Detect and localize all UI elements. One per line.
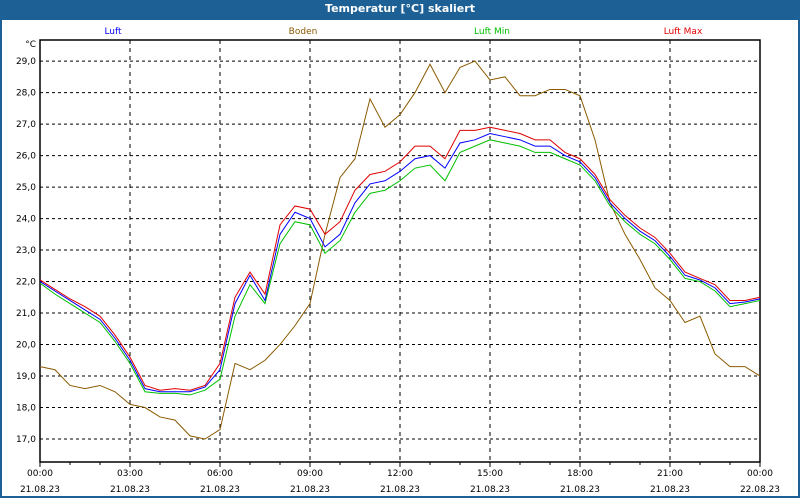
- x-tick-time: 06:00: [207, 469, 233, 479]
- x-tick-date: 21.08.23: [470, 485, 510, 495]
- y-tick-label: 23,0: [16, 246, 36, 256]
- legend-item-boden: Boden: [289, 27, 318, 37]
- x-tick-time: 00:00: [27, 469, 53, 479]
- y-tick-label: 18,0: [16, 404, 36, 414]
- y-tick-label: 27,0: [16, 120, 36, 130]
- y-axis-unit: °C: [25, 40, 36, 50]
- x-tick-date: 21.08.23: [380, 485, 420, 495]
- x-tick-time: 15:00: [477, 469, 503, 479]
- x-tick-time: 21:00: [657, 469, 683, 479]
- x-tick-time: 12:00: [387, 469, 413, 479]
- x-tick-time: 00:00: [747, 469, 773, 479]
- x-tick-date: 21.08.23: [200, 485, 240, 495]
- x-tick-date: 21.08.23: [20, 485, 60, 495]
- y-tick-label: 25,0: [16, 183, 36, 193]
- y-tick-label: 21,0: [16, 309, 36, 319]
- y-tick-label: 26,0: [16, 152, 36, 162]
- x-tick-time: 09:00: [297, 469, 323, 479]
- y-tick-label: 29,0: [16, 57, 36, 67]
- y-tick-label: 28,0: [16, 89, 36, 99]
- y-tick-label: 22,0: [16, 278, 36, 288]
- x-tick-time: 03:00: [117, 469, 143, 479]
- x-tick-date: 21.08.23: [560, 485, 600, 495]
- y-tick-label: 20,0: [16, 341, 36, 351]
- x-tick-date: 21.08.23: [110, 485, 150, 495]
- legend-item-luft-max: Luft Max: [664, 27, 703, 37]
- y-tick-label: 17,0: [16, 435, 36, 445]
- y-tick-label: 24,0: [16, 215, 36, 225]
- x-tick-date: 21.08.23: [650, 485, 690, 495]
- line-chart: 17,0 18,0 19,0 20,0 21,0 22,0 23,0 24,0 25,0 26,0…: [16, 27, 780, 495]
- legend-item-luft-min: Luft Min: [474, 27, 510, 37]
- x-tick-date: 22.08.23: [740, 485, 780, 495]
- legend-item-luft: Luft: [104, 27, 122, 37]
- y-tick-label: 19,0: [16, 372, 36, 382]
- x-tick-time: 18:00: [567, 469, 593, 479]
- x-tick-date: 21.08.23: [290, 485, 330, 495]
